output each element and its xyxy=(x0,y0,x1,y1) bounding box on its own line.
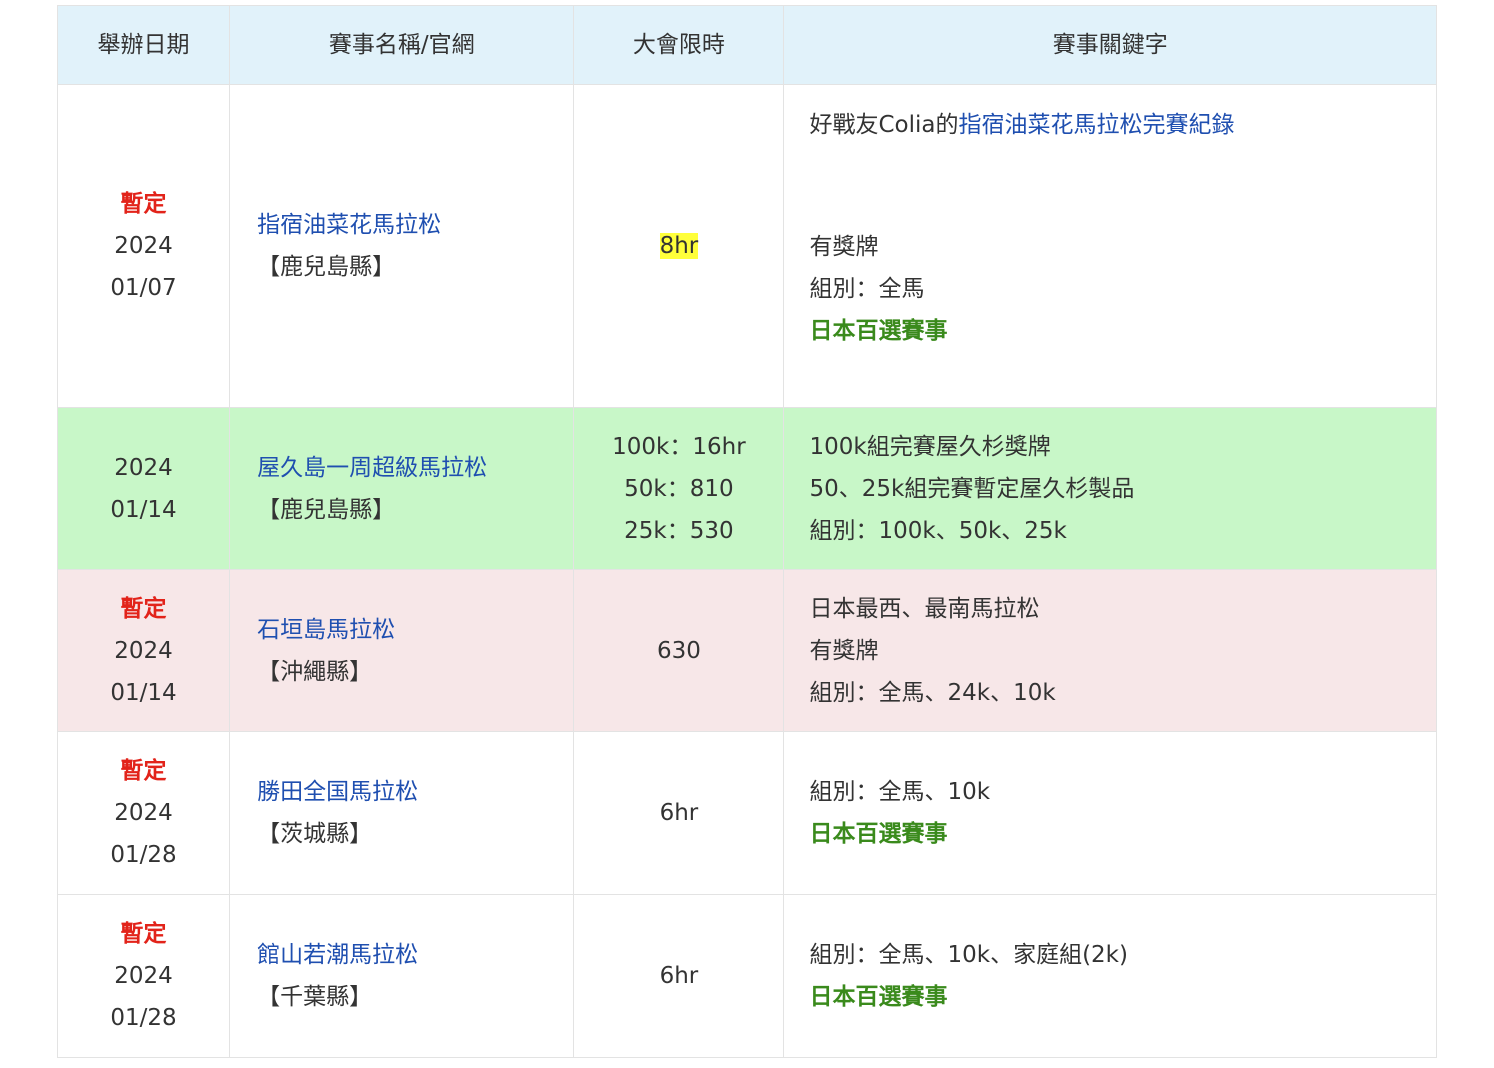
tentative-label: 暫定 xyxy=(120,191,167,217)
race-name-cell: 石垣島馬拉松 【沖繩縣】 xyxy=(229,569,575,732)
table-row: 暫定 2024 01/07 指宿油菜花馬拉松 【鹿兒島縣】 8hr 好戰友Col… xyxy=(56,84,1437,408)
race-name-cell: 勝田全国馬拉松 【茨城縣】 xyxy=(229,731,575,895)
table-row: 暫定 2024 01/14 石垣島馬拉松 【沖繩縣】 630 日本最西、最南馬拉… xyxy=(56,569,1437,732)
event-date: 01/28 xyxy=(110,842,177,868)
table-header-row: 舉辦日期 賽事名稱/官網 大會限時 賽事關鍵字 xyxy=(56,5,1437,85)
race-record-link[interactable]: 指宿油菜花馬拉松完賽紀錄 xyxy=(959,112,1235,138)
marathon-schedule-table: 舉辦日期 賽事名稱/官網 大會限時 賽事關鍵字 暫定 2024 01/07 指宿… xyxy=(56,5,1437,1058)
header-keywords: 賽事關鍵字 xyxy=(783,5,1437,85)
medal-text: 有獎牌 xyxy=(809,234,879,260)
divisions-text: 組別：全馬、10k、家庭組(2k) xyxy=(809,942,1128,968)
table-row: 暫定 2024 01/28 勝田全国馬拉松 【茨城縣】 6hr 組別：全馬、10… xyxy=(56,731,1437,895)
time-limit-cell: 6hr xyxy=(573,731,785,895)
race-name-link[interactable]: 館山若潮馬拉松 xyxy=(257,934,573,976)
keyword-line: 100k組完賽屋久杉獎牌 xyxy=(809,433,1051,460)
race-name-cell: 館山若潮馬拉松 【千葉縣】 xyxy=(229,894,575,1058)
time-limit-value: 50k：810 xyxy=(624,475,734,502)
time-limit-cell: 8hr xyxy=(573,84,785,408)
time-limit-value: 25k：530 xyxy=(624,517,734,544)
race-name-link[interactable]: 石垣島馬拉松 xyxy=(257,609,573,651)
race-name-link[interactable]: 指宿油菜花馬拉松 xyxy=(257,204,573,246)
keywords-cell: 組別：全馬、10k、家庭組(2k) 日本百選賽事 xyxy=(783,894,1437,1058)
keywords-cell: 100k組完賽屋久杉獎牌 50、25k組完賽暫定屋久杉製品 組別：100k、50… xyxy=(783,407,1437,570)
keyword-prefix: 好戰友Colia的 xyxy=(809,112,959,138)
keyword-line: 50、25k組完賽暫定屋久杉製品 xyxy=(809,475,1135,502)
time-limit-value: 6hr xyxy=(659,800,699,826)
prefecture-label: 【沖繩縣】 xyxy=(257,658,373,685)
time-limit-cell: 100k：16hr 50k：810 25k：530 xyxy=(573,407,785,570)
event-date: 01/28 xyxy=(110,1005,177,1031)
time-limit-cell: 6hr xyxy=(573,894,785,1058)
header-date: 舉辦日期 xyxy=(56,5,231,85)
prefecture-label: 【千葉縣】 xyxy=(257,984,373,1010)
table-row: 2024 01/14 屋久島一周超級馬拉松 【鹿兒島縣】 100k：16hr 5… xyxy=(56,407,1437,570)
event-year: 2024 xyxy=(114,637,173,664)
time-limit-value: 100k：16hr xyxy=(612,433,746,460)
divisions-text: 組別：全馬 xyxy=(809,276,925,302)
header-time-limit: 大會限時 xyxy=(573,5,785,85)
prefecture-label: 【茨城縣】 xyxy=(257,821,373,847)
race-name-cell: 指宿油菜花馬拉松 【鹿兒島縣】 xyxy=(229,84,575,408)
keywords-cell: 日本最西、最南馬拉松 有獎牌 組別：全馬、24k、10k xyxy=(783,569,1437,732)
divisions-text: 組別：全馬、10k xyxy=(809,779,991,805)
time-limit-value: 6hr xyxy=(659,963,699,989)
header-race-name: 賽事名稱/官網 xyxy=(229,5,575,85)
divisions-text: 組別：全馬、24k、10k xyxy=(809,679,1056,706)
keyword-line: 日本最西、最南馬拉松 xyxy=(809,595,1040,622)
top100-badge: 日本百選賽事 xyxy=(809,821,948,847)
race-name-link[interactable]: 勝田全国馬拉松 xyxy=(257,771,573,813)
date-cell: 暫定 2024 01/14 xyxy=(56,569,231,732)
table-row: 暫定 2024 01/28 館山若潮馬拉松 【千葉縣】 6hr 組別：全馬、10… xyxy=(56,894,1437,1058)
time-limit-value: 8hr xyxy=(659,233,699,259)
event-year: 2024 xyxy=(114,454,173,481)
top100-badge: 日本百選賽事 xyxy=(809,984,948,1010)
prefecture-label: 【鹿兒島縣】 xyxy=(257,254,396,280)
race-name-cell: 屋久島一周超級馬拉松 【鹿兒島縣】 xyxy=(229,407,575,570)
time-limit-value: 630 xyxy=(656,637,701,664)
keyword-line: 好戰友Colia的指宿油菜花馬拉松完賽紀錄 xyxy=(809,104,1234,146)
tentative-label: 暫定 xyxy=(120,758,167,784)
event-date: 01/07 xyxy=(110,275,177,301)
medal-text: 有獎牌 xyxy=(809,637,879,664)
event-year: 2024 xyxy=(114,963,173,989)
top100-badge: 日本百選賽事 xyxy=(809,318,948,344)
date-cell: 暫定 2024 01/28 xyxy=(56,894,231,1058)
date-cell: 2024 01/14 xyxy=(56,407,231,570)
race-name-link[interactable]: 屋久島一周超級馬拉松 xyxy=(257,447,573,489)
event-date: 01/14 xyxy=(110,679,177,706)
keywords-cell: 好戰友Colia的指宿油菜花馬拉松完賽紀錄 有獎牌 組別：全馬 日本百選賽事 xyxy=(783,84,1437,408)
time-limit-cell: 630 xyxy=(573,569,785,732)
event-year: 2024 xyxy=(114,233,173,259)
prefecture-label: 【鹿兒島縣】 xyxy=(257,496,396,523)
date-cell: 暫定 2024 01/28 xyxy=(56,731,231,895)
tentative-label: 暫定 xyxy=(120,595,167,622)
keywords-cell: 組別：全馬、10k 日本百選賽事 xyxy=(783,731,1437,895)
tentative-label: 暫定 xyxy=(120,921,167,947)
divisions-text: 組別：100k、50k、25k xyxy=(809,517,1067,544)
event-date: 01/14 xyxy=(110,496,177,523)
event-year: 2024 xyxy=(114,800,173,826)
date-cell: 暫定 2024 01/07 xyxy=(56,84,231,408)
